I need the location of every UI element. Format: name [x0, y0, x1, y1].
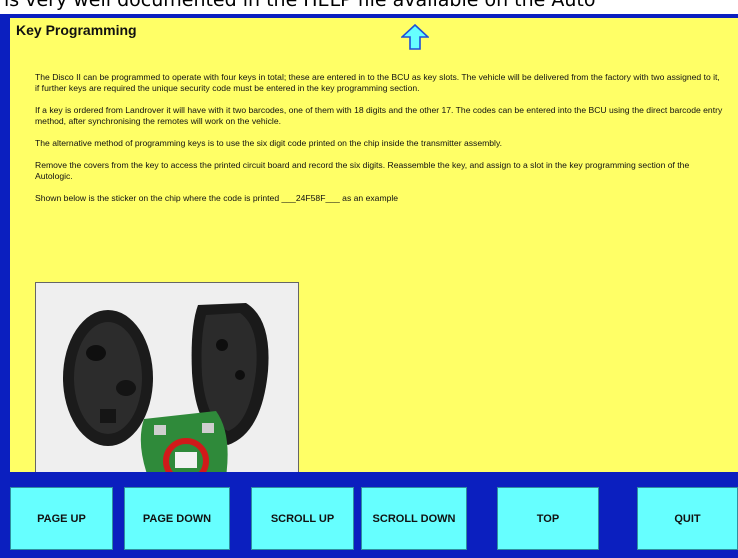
quit-button[interactable]: QUIT — [637, 487, 738, 550]
paragraph-barcodes: If a key is ordered from Landrover it wi… — [35, 105, 723, 126]
help-viewer-frame: Key Programming The Disco II can be prog… — [0, 14, 738, 558]
article-body: The Disco II can be programmed to operat… — [35, 72, 725, 215]
page-up-button[interactable]: PAGE UP — [10, 487, 113, 550]
top-button[interactable]: TOP — [497, 487, 599, 550]
paragraph-sticker-example: Shown below is the sticker on the chip w… — [35, 193, 399, 203]
key-fob-photo — [35, 282, 299, 472]
key-fob-image — [36, 283, 298, 472]
scroll-up-button[interactable]: SCROLL UP — [251, 487, 354, 550]
paragraph-alternative-method: The alternative method of programming ke… — [35, 138, 502, 148]
scroll-down-button[interactable]: SCROLL DOWN — [361, 487, 467, 550]
content-panel: Key Programming The Disco II can be prog… — [10, 18, 738, 472]
up-arrow-icon[interactable] — [401, 24, 429, 50]
background-window-text-line: is very well documented in the HELP file… — [4, 0, 596, 11]
page-down-button[interactable]: PAGE DOWN — [124, 487, 230, 550]
page-title: Key Programming — [16, 22, 137, 38]
paragraph-key-slots: The Disco II can be programmed to operat… — [35, 72, 720, 93]
paragraph-remove-covers: Remove the covers from the key to access… — [35, 160, 690, 181]
background-window-text: is very well documented in the HELP file… — [0, 0, 738, 14]
